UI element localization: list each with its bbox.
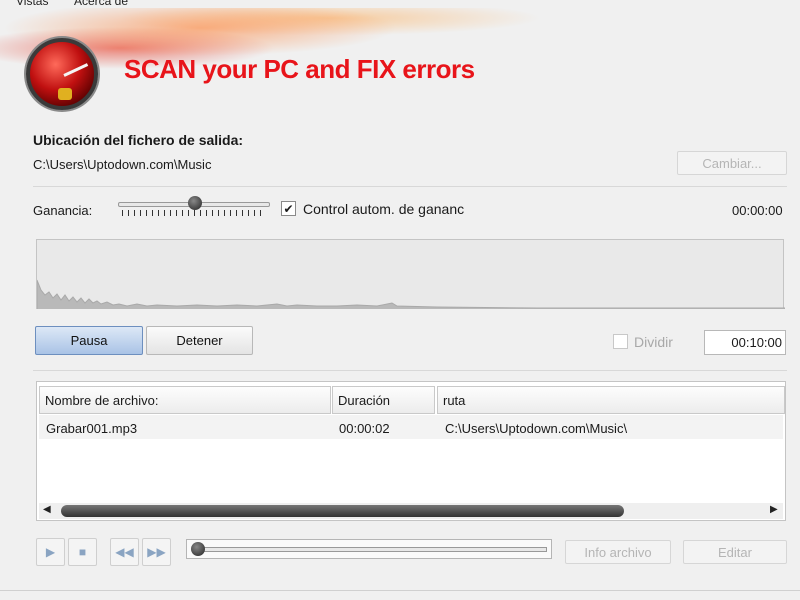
divider xyxy=(0,590,800,591)
menu-item-acerca-de[interactable]: Acerca de xyxy=(74,0,128,8)
table-row[interactable] xyxy=(39,415,783,439)
waveform-graph xyxy=(36,279,786,309)
row-filename: Grabar001.mp3 xyxy=(46,421,138,436)
file-info-button[interactable]: Info archivo xyxy=(565,540,671,564)
seek-thumb[interactable] xyxy=(191,542,205,556)
banner-title[interactable]: SCAN your PC and FIX errors xyxy=(124,54,475,85)
gain-slider-thumb[interactable] xyxy=(187,196,202,210)
elapsed-time: 00:00:00 xyxy=(732,203,783,218)
seek-bar-inner xyxy=(197,547,547,552)
play-button[interactable]: ▶ xyxy=(36,538,65,566)
fast-forward-button[interactable]: ▶▶ xyxy=(142,538,171,566)
change-button[interactable]: Cambiar... xyxy=(677,151,787,175)
row-path: C:\Users\Uptodown.com\Music\ xyxy=(445,421,628,436)
output-path: C:\Users\Uptodown.com\Music xyxy=(33,157,212,172)
waveform-display xyxy=(36,239,786,309)
auto-gain-checkbox[interactable]: ✔ xyxy=(281,201,296,216)
scrollbar-thumb[interactable] xyxy=(61,505,624,517)
column-header-duration[interactable]: Duración xyxy=(332,386,435,414)
gauge-hub xyxy=(58,88,72,100)
menu-bar: Vistas Acerca de xyxy=(0,0,800,8)
column-header-filename[interactable]: Nombre de archivo: xyxy=(39,386,331,414)
divide-label: Dividir xyxy=(634,334,673,350)
stop-icon: ■ xyxy=(78,545,87,559)
fast-forward-icon: ▶▶ xyxy=(147,545,166,559)
file-table: Nombre de archivo: Duración ruta Grabar0… xyxy=(36,381,786,521)
scroll-right-icon[interactable]: ▶ xyxy=(770,504,778,515)
scroll-left-icon[interactable]: ◀ xyxy=(43,504,51,515)
play-icon: ▶ xyxy=(45,545,56,559)
horizontal-scrollbar[interactable]: ◀ ▶ xyxy=(39,503,783,519)
pause-button[interactable]: Pausa xyxy=(35,326,143,355)
seek-bar[interactable] xyxy=(186,539,552,559)
gauge-needle xyxy=(63,63,89,77)
edit-button[interactable]: Editar xyxy=(683,540,787,564)
row-duration: 00:00:02 xyxy=(339,421,390,436)
gauge-logo-icon xyxy=(26,38,98,110)
divide-time-input[interactable]: 00:10:00 xyxy=(704,330,786,355)
checkmark-icon: ✔ xyxy=(283,201,294,216)
rewind-button[interactable]: ◀◀ xyxy=(110,538,139,566)
gain-slider-ticks xyxy=(122,210,266,216)
divider xyxy=(33,186,787,187)
rewind-icon: ◀◀ xyxy=(115,545,134,559)
gain-label: Ganancia: xyxy=(33,203,93,218)
stop-button[interactable]: Detener xyxy=(146,326,253,355)
column-header-path[interactable]: ruta xyxy=(437,386,785,414)
divide-checkbox[interactable] xyxy=(613,334,628,349)
auto-gain-label: Control autom. de gananc xyxy=(303,201,465,217)
menu-item-vistas[interactable]: Vistas xyxy=(16,0,48,8)
divider xyxy=(33,370,787,371)
player-stop-button[interactable]: ■ xyxy=(68,538,97,566)
output-location-label: Ubicación del fichero de salida: xyxy=(33,132,244,148)
